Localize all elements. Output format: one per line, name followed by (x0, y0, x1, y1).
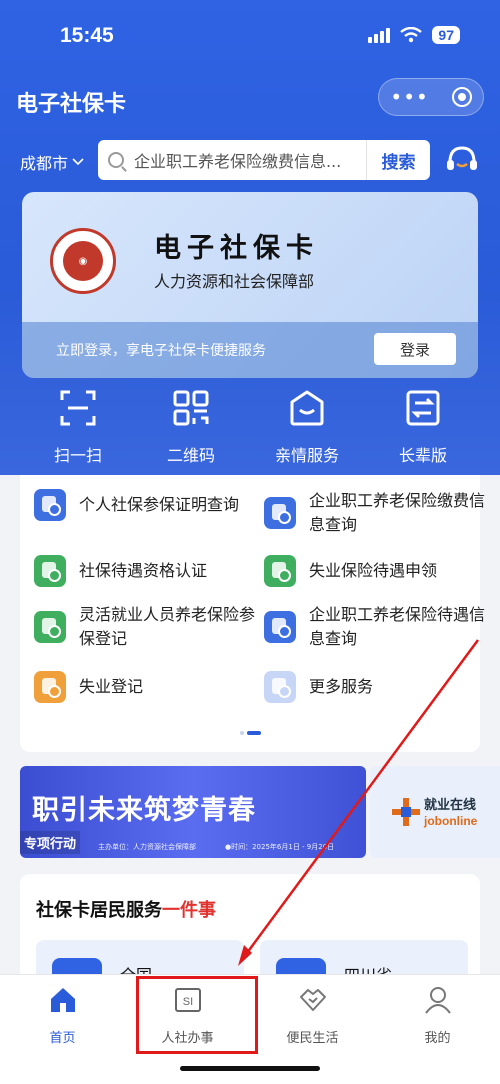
service-item[interactable]: 个人社保参保证明查询 (34, 489, 259, 521)
highlight-box (136, 976, 258, 1054)
more-dots-icon[interactable]: ••• (390, 85, 428, 109)
service-label: 企业职工养老保险缴费信息查询 (309, 491, 486, 534)
qrcode-icon (173, 390, 209, 426)
quick-action-elder-mode[interactable]: 长辈版 (373, 388, 473, 466)
quick-action-label: 亲情服务 (274, 446, 339, 465)
document-search-icon (264, 497, 296, 529)
home-icon (50, 988, 75, 1012)
signal-icon (368, 27, 391, 43)
tab-mine[interactable]: 我的 (375, 985, 500, 1046)
banner-tag: 专项行动 (20, 831, 81, 854)
certification-icon (34, 555, 66, 587)
secondary-banner-title: 就业在线 (424, 798, 477, 813)
quick-action-label: 扫一扫 (53, 446, 102, 465)
service-item[interactable]: 失业保险待遇申领 (264, 555, 489, 587)
wifi-icon (400, 27, 423, 43)
search-icon (108, 152, 124, 168)
scan-icon (60, 390, 96, 426)
service-grid: 个人社保参保证明查询 企业职工养老保险缴费信息查询 社保待遇资格认证 失业保险待… (20, 475, 485, 752)
service-label: 失业保险待遇申领 (309, 561, 438, 580)
chevron-down-icon (72, 158, 84, 166)
service-item[interactable]: 社保待遇资格认证 (34, 555, 259, 587)
person-register-icon (34, 611, 66, 643)
quick-action-label: 长辈版 (398, 446, 447, 465)
elder-mode-icon (406, 390, 440, 426)
mini-program-capsule[interactable]: ••• (378, 78, 484, 116)
service-label: 更多服务 (309, 677, 374, 696)
login-button[interactable]: 登录 (374, 333, 456, 365)
city-selector[interactable]: 成都市 (20, 150, 84, 174)
card-title: 电子社保卡 (154, 233, 319, 264)
service-label: 失业登记 (79, 677, 144, 696)
quick-action-label: 二维码 (166, 446, 215, 465)
battery-indicator: 97 (432, 26, 460, 44)
secondary-banner-subtitle: jobonline (424, 814, 478, 828)
document-search-icon (34, 489, 66, 521)
tab-convenience[interactable]: 便民生活 (250, 985, 375, 1046)
briefcase-icon (34, 671, 66, 703)
title-highlight: 一件事 (162, 900, 216, 921)
quick-action-scan[interactable]: 扫一扫 (28, 388, 128, 466)
social-security-emblem: ◉ (50, 228, 116, 294)
status-bar: 15:45 97 (0, 0, 500, 70)
banner-title: 职引未来筑梦青春 (32, 795, 256, 826)
search-input[interactable]: 企业职工养老保险缴费信息... (134, 148, 366, 172)
quick-action-qrcode[interactable]: 二维码 (141, 388, 241, 466)
status-time: 15:45 (60, 24, 114, 47)
customer-service-icon[interactable] (444, 142, 480, 178)
social-security-card[interactable]: ◉ 电子社保卡 人力资源和社会保障部 立即登录，享电子社保卡便捷服务 登录 (22, 192, 478, 378)
banner-host: 主办单位：人力资源社会保障部 (98, 843, 196, 851)
tab-label: 便民生活 (286, 1031, 339, 1046)
quick-action-family-service[interactable]: 亲情服务 (257, 388, 357, 466)
card-login-strip: 立即登录，享电子社保卡便捷服务 登录 (22, 322, 478, 378)
resident-services-title: 社保卡居民服务一件事 (36, 900, 216, 921)
promo-banner[interactable]: 职引未来筑梦青春 专项行动 主办单位：人力资源社会保障部 ●时间：2025年6月… (20, 766, 366, 858)
close-target-icon[interactable] (451, 87, 472, 107)
user-icon (424, 987, 451, 1014)
secondary-banner[interactable]: 就业在线 jobonline (370, 766, 500, 858)
job-online-logo-icon (392, 798, 420, 826)
more-dots-icon (264, 671, 296, 703)
handshake-icon (299, 989, 326, 1011)
page-indicator (240, 731, 261, 735)
banner-date: ●时间：2025年6月1日 - 9月20日 (225, 843, 335, 851)
login-hint: 立即登录，享电子社保卡便捷服务 (56, 343, 266, 359)
app-title: 电子社保卡 (16, 92, 127, 117)
more-services-item[interactable]: 更多服务 (264, 671, 489, 703)
service-label: 个人社保参保证明查询 (79, 495, 240, 514)
service-label: 企业职工养老保险待遇信息查询 (309, 605, 486, 648)
emblem-center: ◉ (63, 241, 103, 281)
service-label: 社保待遇资格认证 (79, 561, 208, 580)
document-search-icon (264, 611, 296, 643)
card-subtitle: 人力资源和社会保障部 (154, 272, 315, 291)
search-bar[interactable]: 企业职工养老保险缴费信息... 搜索 (98, 140, 430, 180)
service-item[interactable]: 失业登记 (34, 671, 259, 703)
service-item[interactable]: 灵活就业人员养老保险参保登记 (34, 603, 259, 651)
home-indicator (180, 1066, 320, 1071)
shield-lock-icon (264, 555, 296, 587)
tab-home[interactable]: 首页 (0, 985, 125, 1046)
service-label: 灵活就业人员养老保险参保登记 (79, 605, 256, 648)
city-label: 成都市 (20, 154, 69, 173)
tab-label: 首页 (49, 1031, 76, 1046)
status-icons: 97 (368, 26, 460, 44)
search-button[interactable]: 搜索 (366, 140, 430, 180)
tab-label: 我的 (424, 1031, 451, 1046)
service-item[interactable]: 企业职工养老保险待遇信息查询 (264, 603, 489, 651)
service-item[interactable]: 企业职工养老保险缴费信息查询 (264, 489, 489, 537)
family-service-icon (290, 390, 324, 426)
